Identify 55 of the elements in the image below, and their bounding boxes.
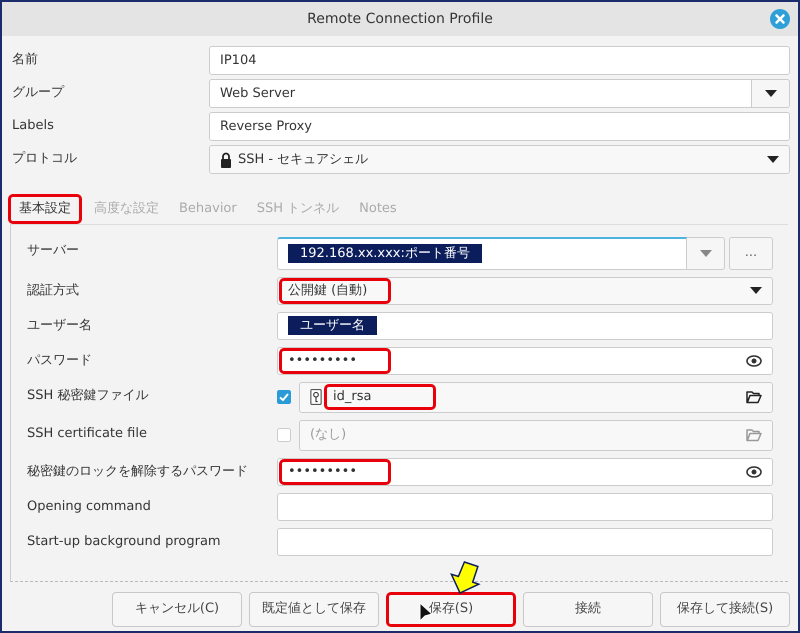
field-label: Labels — [12, 117, 55, 135]
input-field[interactable]: ユーザー名 — [277, 312, 773, 340]
field-label: サーバー — [27, 242, 80, 260]
show-password-icon[interactable] — [746, 352, 762, 368]
close-icon[interactable] — [770, 9, 790, 29]
dropdown-field[interactable]: 公開鍵 (自動) — [277, 276, 773, 304]
field-label: Start-up background program — [27, 532, 222, 550]
field-label: グループ — [12, 84, 66, 102]
dialog-button[interactable]: 保存(S) — [386, 592, 516, 626]
selected-text: ユーザー名 — [288, 316, 377, 336]
selected-text: 192.168.xx.xxx:ポート番号 — [288, 244, 482, 264]
dropdown-caret-icon[interactable] — [767, 156, 779, 163]
dropdown-caret-icon[interactable] — [764, 90, 776, 97]
input-field[interactable]: IP104 — [209, 46, 790, 75]
field-value: Reverse Proxy — [220, 118, 312, 136]
input-field[interactable]: 192.168.xx.xxx:ポート番号 — [277, 236, 687, 270]
field-label: 秘密鍵のロックを解除するパスワード — [27, 462, 249, 480]
show-password-icon[interactable] — [746, 464, 762, 480]
field-label: プロトコル — [12, 150, 78, 168]
field-value: IP104 — [220, 52, 256, 70]
dropdown-caret-icon[interactable] — [750, 287, 762, 294]
dialog-button[interactable]: キャンセル(C) — [112, 592, 242, 626]
field-label: 名前 — [12, 51, 39, 69]
highlight-frame: ••••••••• — [279, 458, 391, 484]
field-label: パスワード — [27, 352, 93, 370]
field-value: (なし) — [310, 426, 346, 444]
file-chooser[interactable]: id_rsa — [299, 382, 773, 412]
browse-button[interactable]: ... — [729, 236, 773, 270]
field-value: Web Server — [220, 84, 296, 103]
field-label: SSH certificate file — [27, 424, 148, 442]
highlight-frame: 公開鍵 (自動) — [279, 278, 391, 304]
dialog-button[interactable]: 保存して接続(S) — [660, 592, 790, 626]
input-field[interactable] — [277, 528, 773, 556]
folder-icon[interactable] — [746, 389, 762, 405]
combo-field[interactable]: Web Server — [209, 79, 752, 108]
dropdown-field[interactable]: SSH - セキュアシェル — [209, 145, 790, 174]
pointer-arrow — [450, 561, 481, 594]
field-label: SSH 秘密鍵ファイル — [27, 386, 150, 404]
checkbox[interactable] — [277, 428, 291, 442]
dialog-button[interactable]: 既定値として保存 — [249, 592, 379, 626]
dialog-button[interactable]: 接続 — [523, 592, 653, 626]
field-value: SSH - セキュアシェル — [238, 150, 368, 169]
input-field[interactable] — [277, 492, 773, 520]
password-field[interactable]: ••••••••• — [277, 458, 773, 486]
input-field[interactable]: Reverse Proxy — [209, 112, 790, 141]
field-label: ユーザー名 — [27, 316, 93, 334]
highlight-frame: id_rsa — [324, 384, 436, 410]
field-label: 認証方式 — [27, 282, 80, 300]
field-label: Opening command — [27, 498, 152, 516]
checkbox[interactable] — [277, 390, 291, 404]
window-title: Remote Connection Profile — [307, 10, 493, 28]
highlight-frame: ••••••••• — [279, 348, 391, 374]
key-icon — [310, 389, 322, 405]
password-field[interactable]: ••••••••• — [277, 346, 773, 374]
tab[interactable]: 基本設定 — [8, 194, 82, 224]
